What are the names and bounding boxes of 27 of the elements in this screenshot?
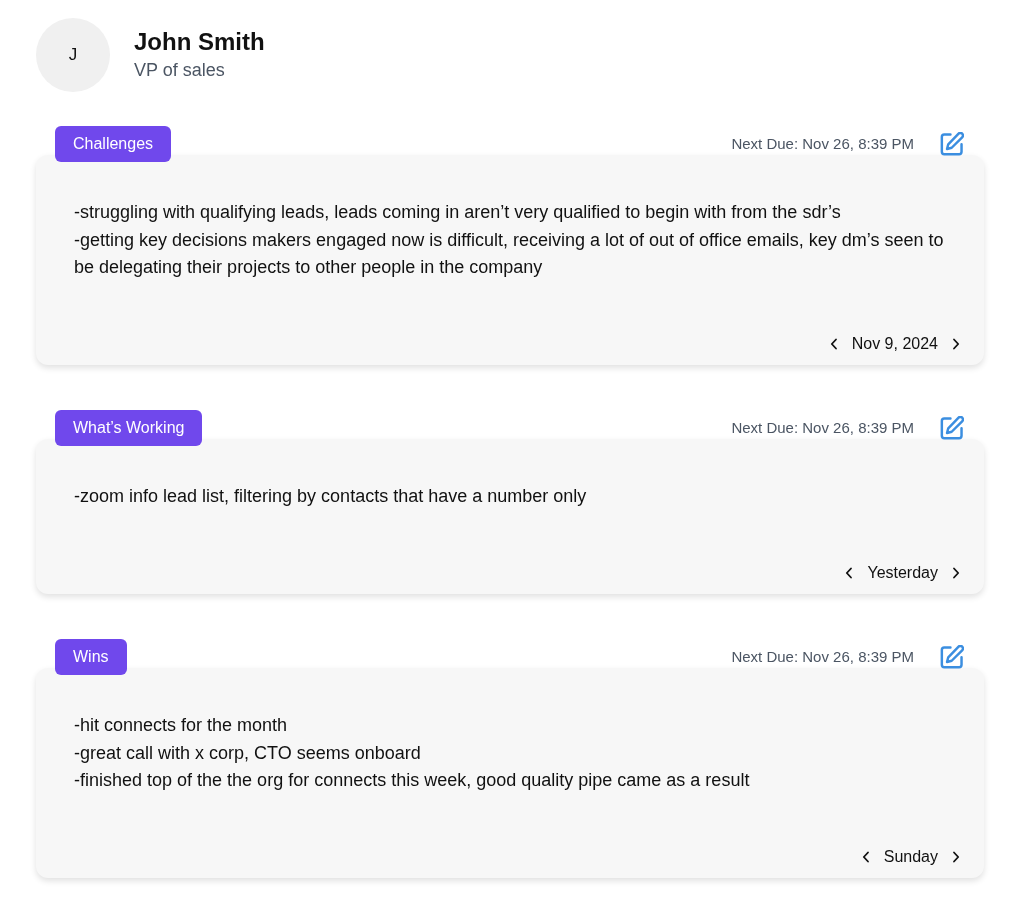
chevron-right-icon[interactable] — [952, 850, 960, 863]
edit-icon[interactable] — [940, 132, 964, 156]
note-line: -getting key decisions makers engaged now is difficult, receiving a lot of out of office emails, key dm’s seen to be delegating their projects to other people in the company — [74, 228, 945, 280]
note-line: -great call with x corp, CTO seems onboard — [74, 741, 422, 765]
note-line: -zoom info lead list, filtering by contacts that have a number only — [74, 485, 588, 509]
entry-date: Nov 9, 2024 — [851, 334, 938, 355]
edit-icon[interactable] — [940, 644, 964, 669]
avatar: J — [36, 18, 110, 92]
next-due-text: Next Due: Nov 26, 8:39 PM — [731, 646, 914, 667]
section-label: Wins — [55, 638, 127, 675]
edit-icon[interactable] — [940, 416, 964, 441]
entry-date: Sunday — [883, 846, 938, 867]
section-label: Challenges — [55, 126, 172, 162]
next-due-text: Next Due: Nov 26, 8:39 PM — [731, 417, 914, 438]
section-label: What’s Working — [55, 410, 203, 447]
chevron-right-icon[interactable] — [952, 338, 960, 351]
note-line: -finished top of the the org for connects this week, good quality pipe came as a result — [74, 769, 751, 793]
user-name: John Smith — [134, 27, 265, 57]
chevron-left-icon[interactable] — [845, 566, 854, 579]
chevron-right-icon[interactable] — [952, 566, 960, 579]
chevron-left-icon[interactable] — [829, 338, 838, 351]
next-due-text: Next Due: Nov 26, 8:39 PM — [731, 133, 914, 154]
chevron-left-icon[interactable] — [861, 850, 870, 863]
note-line: -struggling with qualifying leads, leads coming in aren’t very qualified to begin with from the sdr’s — [74, 201, 842, 224]
note-line: -hit connects for the month — [74, 713, 289, 737]
user-title: VP of sales — [134, 59, 226, 82]
entry-date: Yesterday — [867, 562, 938, 583]
